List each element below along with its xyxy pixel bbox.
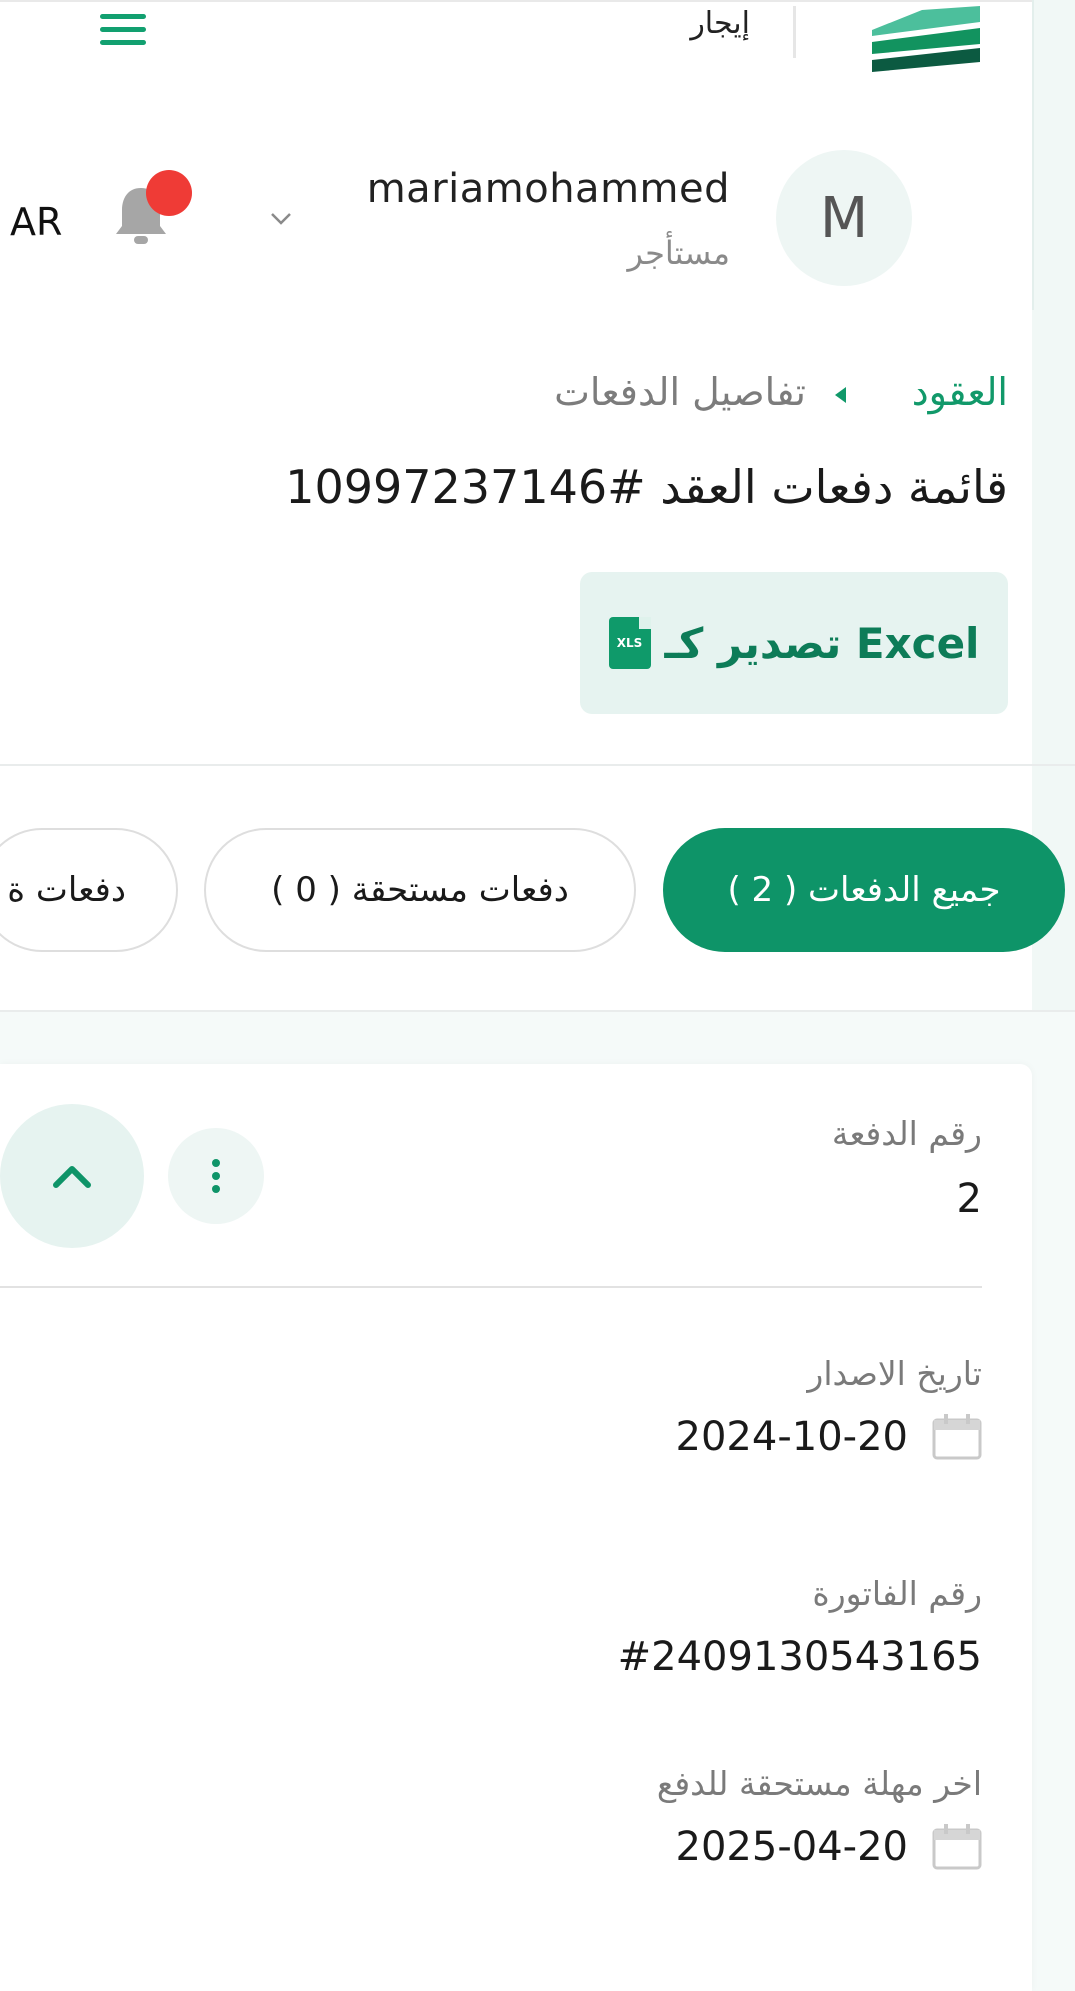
breadcrumb-contracts[interactable]: العقود [912,370,1008,414]
user-role: مستأجر [627,234,730,272]
card-divider [0,1286,982,1288]
top-bar: إيجار [0,0,1032,72]
user-row: AR mariamohammed مستأجر M [0,130,1032,310]
collapse-button[interactable] [0,1104,144,1248]
calendar-icon [932,1414,982,1460]
xls-icon: XLS [608,617,651,669]
app-name: إيجار [690,6,750,41]
issue-date-label: تاريخ الاصدار [807,1354,982,1393]
invoice-number-value: #2409130543165 [618,1634,982,1680]
issue-date-value: 2024-10-20 [676,1414,982,1460]
ejar-logo-icon [872,6,980,72]
calendar-icon [932,1824,982,1870]
invoice-number-label: رقم الفاتورة [812,1574,982,1613]
tab-other-payments[interactable]: دفعات ة [0,828,178,952]
page-title: قائمة دفعات العقد #10997237146 [285,460,1008,514]
breadcrumb-current: تفاصيل الدفعات [554,370,806,414]
breadcrumb: العقود تفاصيل الدفعات [300,370,1008,420]
payment-number-text: 2 [956,1176,982,1222]
header-divider [793,6,796,58]
language-toggle[interactable]: AR [10,200,62,244]
tab-due-payments[interactable]: دفعات مستحقة ( 0 ) [204,828,636,952]
hamburger-icon[interactable] [100,14,146,54]
due-date-text: 2025-04-20 [675,1824,908,1870]
export-excel-button[interactable]: XLS تصدير كـ Excel [580,572,1008,714]
due-date-value: 2025-04-20 [676,1824,982,1870]
chevron-up-icon [53,1166,91,1188]
notification-badge [146,170,192,216]
side-divider [1032,0,1034,310]
payment-number-value: 2 [957,1176,982,1222]
due-date-label: اخر مهلة مستحقة للدفع [656,1764,982,1803]
export-excel-label: تصدير كـ Excel [664,618,980,668]
breadcrumb-separator-icon [835,387,846,403]
more-options-icon[interactable] [168,1128,264,1224]
tab-all-payments[interactable]: جميع الدفعات ( 2 ) [663,828,1065,952]
issue-date-text: 2024-10-20 [675,1414,908,1460]
chevron-down-icon[interactable] [266,204,296,234]
payment-number-label: رقم الدفعة [831,1114,982,1153]
divider [0,764,1075,766]
avatar[interactable]: M [776,150,912,286]
user-name: mariamohammed [366,166,730,212]
invoice-number-text: #2409130543165 [617,1634,982,1680]
payment-card: رقم الدفعة 2 تاريخ الاصدار 2024-10-20 رق… [0,1064,1032,1991]
